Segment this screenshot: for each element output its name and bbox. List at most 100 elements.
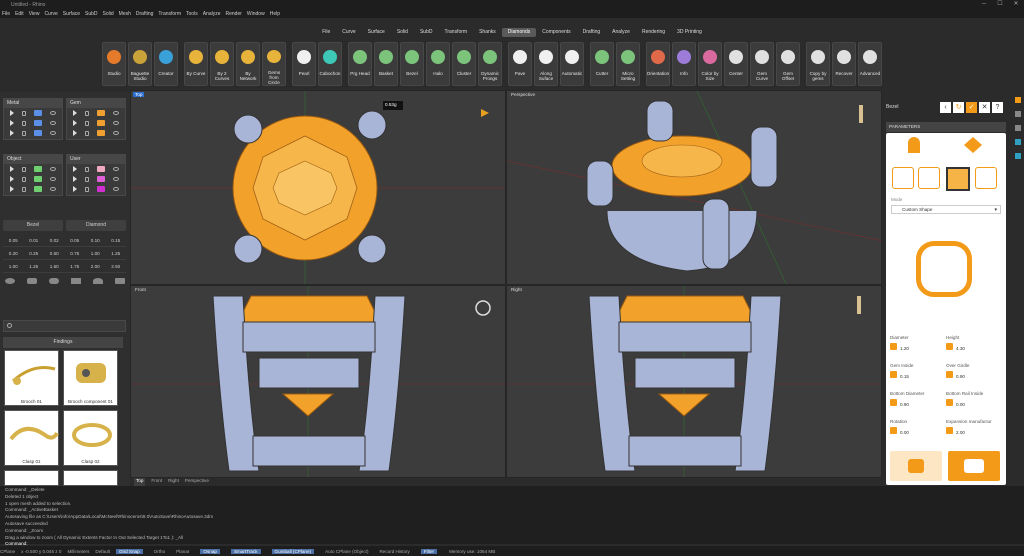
user-row[interactable]	[67, 174, 125, 184]
tool-color-by-size[interactable]: Color by Size	[698, 42, 722, 86]
expand-icon[interactable]	[10, 120, 14, 126]
menu-window[interactable]: Window	[247, 11, 265, 17]
field-value-input[interactable]: 0.15	[900, 374, 942, 379]
visibility-icon[interactable]	[50, 111, 56, 115]
gem-swatch[interactable]	[97, 110, 105, 116]
lock-icon[interactable]	[22, 120, 26, 126]
metal-swatch[interactable]	[34, 110, 42, 116]
menu-drafting[interactable]: Drafting	[136, 11, 154, 17]
field-value-input[interactable]: 0.00	[900, 430, 942, 435]
profile-option-2-icon[interactable]	[918, 167, 940, 189]
mode-select[interactable]: Custom Shape ▾	[891, 205, 1001, 214]
size-cell[interactable]: 0.10	[85, 234, 106, 247]
size-cell[interactable]: 1.00	[85, 247, 106, 260]
right-viewport[interactable]: Right	[506, 285, 882, 478]
menu-help[interactable]: Help	[270, 11, 280, 17]
tool-creator[interactable]: Creator	[154, 42, 178, 86]
finding-item[interactable]	[4, 470, 59, 486]
field-value-input[interactable]: 2.00	[956, 430, 998, 435]
tool-basket[interactable]: Basket	[374, 42, 398, 86]
tool-cluster[interactable]: Cluster	[452, 42, 476, 86]
pear-shape-icon[interactable]	[93, 278, 103, 284]
gem-row[interactable]	[67, 118, 125, 128]
bezel-option-button[interactable]: Bezel	[3, 220, 63, 231]
visibility-icon[interactable]	[113, 111, 119, 115]
metal-row[interactable]	[4, 118, 62, 128]
visibility-icon[interactable]	[50, 131, 56, 135]
cancel-icon[interactable]: ✕	[979, 102, 990, 113]
tool-micro-setting[interactable]: Micro Setting	[616, 42, 640, 86]
lock-icon[interactable]	[22, 186, 26, 192]
menu-solid[interactable]: Solid	[103, 11, 114, 17]
expand-icon[interactable]	[10, 110, 14, 116]
display-icon[interactable]	[1015, 139, 1021, 145]
back-icon[interactable]: ‹	[940, 102, 951, 113]
tab-surface[interactable]: Surface	[362, 28, 391, 37]
units-label[interactable]: Millimeters	[67, 549, 89, 554]
orientation-option-1[interactable]	[890, 451, 942, 481]
viewport-tab-top[interactable]: Top	[134, 478, 146, 486]
visibility-icon[interactable]	[113, 187, 119, 191]
size-cell[interactable]: 0.05	[3, 234, 24, 247]
profile-option-4-icon[interactable]	[975, 167, 997, 189]
tool-copy-by-gems[interactable]: Copy by gems	[806, 42, 830, 86]
princess-shape-icon[interactable]	[115, 278, 125, 284]
minimize-button[interactable]: ─	[976, 0, 992, 9]
visibility-icon[interactable]	[113, 177, 119, 181]
size-cell[interactable]: 2.00	[85, 260, 106, 273]
lock-icon[interactable]	[22, 110, 26, 116]
tab-shanks[interactable]: Shanks	[473, 28, 502, 37]
object-row[interactable]	[4, 184, 62, 194]
expand-icon[interactable]	[73, 186, 77, 192]
cplane-label[interactable]: CPlane	[0, 549, 15, 554]
tool-pave[interactable]: Pave	[508, 42, 532, 86]
metal-row[interactable]	[4, 128, 62, 138]
size-cell[interactable]: 0.20	[3, 247, 24, 260]
tool-gem-offset[interactable]: Gem Offset	[776, 42, 800, 86]
menu-file[interactable]: File	[2, 11, 10, 17]
field-value-input[interactable]: 1.20	[900, 346, 942, 351]
size-cell[interactable]: 0.01	[23, 234, 44, 247]
tab-solid[interactable]: Solid	[391, 28, 414, 37]
tool-center[interactable]: Center	[724, 42, 748, 86]
finding-clasp-02[interactable]: Clasp 02	[63, 410, 118, 466]
tool-baguette-studio[interactable]: Baguette Studio	[128, 42, 152, 86]
profile-option-3-icon[interactable]	[946, 167, 970, 191]
size-cell[interactable]: 1.00	[3, 260, 24, 273]
finding-item[interactable]	[63, 470, 118, 486]
size-cell[interactable]: 0.02	[44, 234, 65, 247]
tab-3d-printing[interactable]: 3D Printing	[671, 28, 708, 37]
tool-pearl[interactable]: Pearl	[292, 42, 316, 86]
tool-gem-curve[interactable]: Gem Curve	[750, 42, 774, 86]
menu-mesh[interactable]: Mesh	[119, 11, 131, 17]
visibility-icon[interactable]	[50, 187, 56, 191]
menu-tools[interactable]: Tools	[186, 11, 198, 17]
viewport-label[interactable]: Right	[509, 287, 524, 292]
toggle-planar[interactable]: Planar	[176, 549, 189, 554]
size-cell[interactable]: 2.50	[105, 260, 126, 273]
object-swatch[interactable]	[34, 186, 42, 192]
cushion-shape-icon[interactable]	[49, 278, 59, 284]
expand-icon[interactable]	[73, 166, 77, 172]
finding-brooch-01[interactable]: Brooch 01	[4, 350, 59, 406]
expand-icon[interactable]	[73, 130, 77, 136]
viewport-label[interactable]: Front	[133, 287, 148, 292]
lock-icon[interactable]	[22, 176, 26, 182]
tool-advanced[interactable]: Advanced	[858, 42, 882, 86]
tool-halo[interactable]: Halo	[426, 42, 450, 86]
lock-icon[interactable]	[85, 110, 89, 116]
tool-by-2-curves[interactable]: By 2 Curves	[210, 42, 234, 86]
viewport-tab-front[interactable]: Front	[151, 478, 162, 486]
menu-edit[interactable]: Edit	[15, 11, 24, 17]
gem-row[interactable]	[67, 108, 125, 118]
maximize-button[interactable]: ☐	[992, 0, 1008, 9]
gem-swatch[interactable]	[97, 120, 105, 126]
size-cell[interactable]: 0.50	[44, 247, 65, 260]
size-cell[interactable]: 0.25	[23, 247, 44, 260]
tab-diamonds[interactable]: Diamonds	[501, 28, 537, 37]
expand-icon[interactable]	[10, 176, 14, 182]
layer-label[interactable]: Default	[95, 549, 110, 554]
menu-analyze[interactable]: Analyze	[203, 11, 221, 17]
tool-recover[interactable]: Recover	[832, 42, 856, 86]
toggle-filter[interactable]: Filter	[420, 548, 438, 554]
